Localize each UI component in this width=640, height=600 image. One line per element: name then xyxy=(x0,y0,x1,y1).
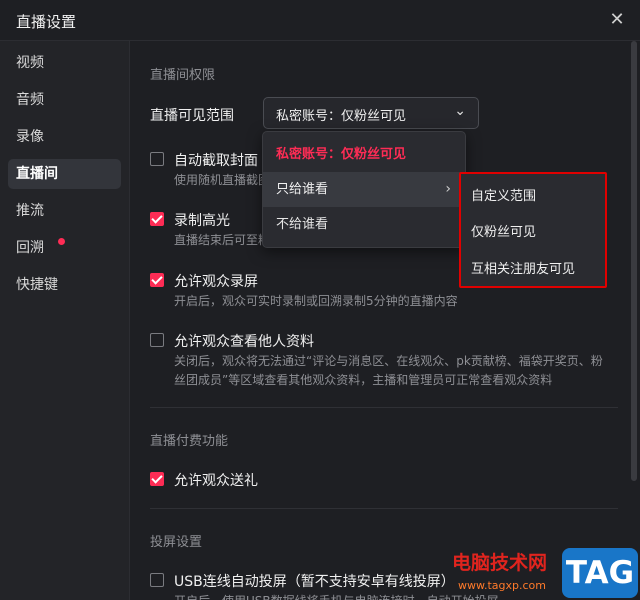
dropdown-item-label: 私密账号：仅粉丝可见 xyxy=(276,147,407,162)
dropdown-item-private-fans[interactable]: 私密账号：仅粉丝可见 xyxy=(263,137,465,172)
divider xyxy=(150,407,618,408)
checkbox-allow-screen-record[interactable] xyxy=(150,273,164,287)
sidebar-item-video[interactable]: 视频 xyxy=(8,48,121,78)
window-title: 直播设置 xyxy=(16,13,77,31)
sidebar-item-label: 视频 xyxy=(16,55,44,71)
option-label: USB连线自动投屏（暂不支持安卓有线投屏） xyxy=(174,574,455,590)
option-label: 录制高光 xyxy=(174,213,230,229)
watermark-site-name: 电脑技术网 xyxy=(452,552,548,574)
option-label: 允许观众录屏 xyxy=(174,274,258,290)
settings-panel: 直播间权限 直播可见范围 私密账号：仅粉丝可见 ⌄ 自动截取封面 使用随机直播截… xyxy=(131,41,628,600)
option-desc: 丝团成员”等区域查看其他观众资料，主播和管理员可正常查看观众资料 xyxy=(174,373,553,387)
visibility-select-value: 私密账号：仅粉丝可见 xyxy=(276,109,407,124)
site-watermark: 电脑技术网 www.tagxp.com TAG xyxy=(444,546,640,600)
option-label: 自动截取封面 xyxy=(174,153,258,169)
sidebar: 视频 音频 录像 直播间 推流 回溯 快捷键 xyxy=(0,41,130,600)
visibility-dropdown-menu: 私密账号：仅粉丝可见 只给谁看 › 不给谁看 xyxy=(262,131,466,248)
checkbox-record-highlight[interactable] xyxy=(150,212,164,226)
sidebar-item-replay[interactable]: 回溯 xyxy=(8,233,121,263)
sidebar-item-live-room[interactable]: 直播间 xyxy=(8,159,121,189)
sidebar-item-streaming[interactable]: 推流 xyxy=(8,196,121,226)
scrollbar-thumb[interactable] xyxy=(631,41,637,481)
checkbox-allow-view-profiles[interactable] xyxy=(150,333,164,347)
option-label: 允许观众送礼 xyxy=(174,473,258,489)
visibility-label: 直播可见范围 xyxy=(150,108,234,124)
watermark-tag-logo: TAG xyxy=(562,548,638,598)
sidebar-item-label: 快捷键 xyxy=(16,277,58,293)
chevron-down-icon: ⌄ xyxy=(454,103,466,119)
checkbox-allow-gifts[interactable] xyxy=(150,472,164,486)
only-show-to-submenu: 自定义范围 仅粉丝可见 互相关注朋友可见 xyxy=(459,172,607,288)
sidebar-item-label: 推流 xyxy=(16,203,44,219)
checkbox-usb-cast[interactable] xyxy=(150,573,164,587)
divider xyxy=(150,508,618,509)
dropdown-item-hide-from[interactable]: 不给谁看 xyxy=(263,207,465,242)
section-title-paid: 直播付费功能 xyxy=(150,434,229,449)
dropdown-item-only-show-to[interactable]: 只给谁看 › xyxy=(263,172,465,207)
sidebar-item-label: 音频 xyxy=(16,92,44,108)
chevron-right-icon: › xyxy=(445,181,451,197)
notification-dot xyxy=(58,238,65,245)
submenu-item-mutual-friends[interactable]: 互相关注朋友可见 xyxy=(471,258,575,277)
submenu-item-fans-only[interactable]: 仅粉丝可见 xyxy=(471,221,536,240)
close-icon[interactable]: ✕ xyxy=(606,9,628,31)
option-desc: 关闭后，观众将无法通过“评论与消息区、在线观众、pk贡献榜、福袋开奖页、粉 xyxy=(174,354,603,368)
dropdown-item-label: 不给谁看 xyxy=(276,217,329,232)
visibility-select[interactable]: 私密账号：仅粉丝可见 ⌄ xyxy=(263,97,479,129)
dropdown-item-label: 只给谁看 xyxy=(276,182,329,197)
sidebar-item-label: 录像 xyxy=(16,129,44,145)
scrollbar[interactable] xyxy=(628,41,640,600)
sidebar-item-audio[interactable]: 音频 xyxy=(8,85,121,115)
option-label: 允许观众查看他人资料 xyxy=(174,334,314,350)
sidebar-item-shortcuts[interactable]: 快捷键 xyxy=(8,270,121,300)
checkbox-auto-cover[interactable] xyxy=(150,152,164,166)
watermark-url: www.tagxp.com xyxy=(458,579,546,592)
section-title-cast: 投屏设置 xyxy=(150,535,203,550)
sidebar-item-label: 回溯 xyxy=(16,240,44,256)
sidebar-item-label: 直播间 xyxy=(16,166,58,182)
submenu-item-custom-range[interactable]: 自定义范围 xyxy=(471,185,536,204)
section-title-permissions: 直播间权限 xyxy=(150,68,216,83)
option-desc: 开启后，观众可实时录制或回溯录制5分钟的直播内容 xyxy=(174,294,458,308)
title-bar: 直播设置 ✕ xyxy=(0,0,640,41)
sidebar-item-recording[interactable]: 录像 xyxy=(8,122,121,152)
